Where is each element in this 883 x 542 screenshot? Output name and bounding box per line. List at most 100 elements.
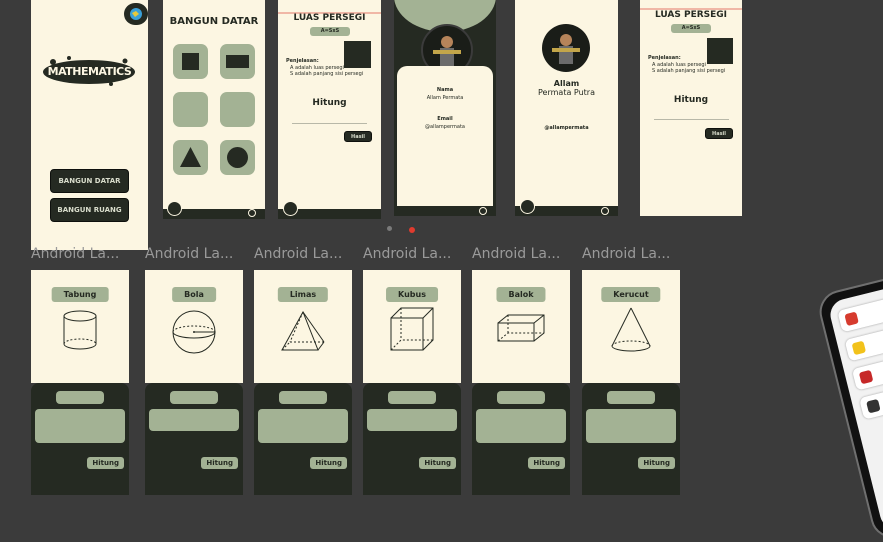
email-value: @allampermata: [425, 124, 465, 130]
home-circle-icon[interactable]: [283, 201, 298, 216]
pyramid-icon: [281, 310, 325, 351]
first-name: Allam: [553, 79, 580, 88]
settings-icon[interactable]: [601, 207, 609, 215]
card-tabung[interactable]: Tabung Hitung: [31, 270, 129, 495]
frame-label-3[interactable]: Android La...: [254, 246, 342, 262]
input-label-slot: [56, 391, 104, 404]
dark-app-icon: [866, 398, 881, 414]
page-title: BANGUN DATAR: [169, 16, 259, 27]
hitung-button[interactable]: Hitung: [638, 457, 675, 469]
card-kubus[interactable]: Kubus Hitung: [363, 270, 461, 495]
hitung-button[interactable]: Hitung: [310, 457, 347, 469]
email-label: Email: [437, 116, 453, 122]
avatar-person-icon: [552, 34, 580, 64]
input-label-slot: [279, 391, 327, 404]
settings-icon[interactable]: [248, 209, 256, 217]
page-title: LUAS PERSEGI: [293, 13, 366, 23]
shape-square-tile[interactable]: [173, 44, 208, 79]
shape-circle-tile[interactable]: [220, 140, 255, 175]
cuboid-icon: [497, 314, 545, 342]
cone-icon: [611, 307, 651, 352]
red-app-icon: [844, 311, 859, 327]
cube-icon: [390, 307, 434, 351]
home-circle-icon[interactable]: [167, 201, 182, 216]
result-area[interactable]: [586, 409, 676, 443]
frame-label-6[interactable]: Android La...: [582, 246, 670, 262]
ket-2: S adalah panjang sisi persegi: [290, 71, 364, 77]
sphere-icon: [172, 310, 216, 354]
cylinder-icon: [63, 310, 97, 350]
card-title: Kubus: [386, 287, 438, 302]
sisi-input[interactable]: [292, 120, 367, 124]
home-circle-icon[interactable]: [520, 199, 535, 214]
formula-badge: A=SxS: [671, 24, 711, 33]
handle: @allampermata: [544, 125, 589, 131]
ket-head: Penjelasan:: [286, 58, 319, 64]
card-title: Limas: [277, 287, 329, 302]
hitung-heading: Hitung: [673, 95, 709, 105]
name-label: Nama: [436, 87, 454, 93]
ket-2: S adalah panjang sisi persegi: [652, 68, 726, 74]
ket-head: Penjelasan:: [648, 55, 681, 61]
card-kerucut[interactable]: Kerucut Hitung: [582, 270, 680, 495]
hasil-button[interactable]: Hasil: [705, 128, 733, 139]
square-illustration: [344, 41, 371, 68]
shape-tile-4[interactable]: [220, 92, 255, 127]
card-title: Balok: [496, 287, 546, 302]
hitung-button[interactable]: Hitung: [528, 457, 565, 469]
frame-label-5[interactable]: Android La...: [472, 246, 560, 262]
hitung-button[interactable]: Hitung: [201, 457, 238, 469]
bangun-datar-button[interactable]: BANGUN DATAR: [50, 169, 129, 193]
yellow-app-icon: [851, 340, 867, 356]
globe-icon: [130, 8, 142, 20]
bangun-ruang-button[interactable]: BANGUN RUANG: [50, 198, 129, 222]
sisi-input[interactable]: [654, 116, 729, 120]
frame-profile-1[interactable]: Nama Allam Permata Email @allampermata: [394, 0, 496, 216]
hasil-button[interactable]: Hasil: [344, 131, 372, 142]
formula-badge: A=SxS: [310, 27, 350, 36]
globe-badge-icon[interactable]: [124, 3, 148, 25]
hitung-button[interactable]: Hitung: [87, 457, 124, 469]
result-area[interactable]: [258, 409, 348, 443]
card-bola[interactable]: Bola Hitung: [145, 270, 243, 495]
frame-bangun-datar[interactable]: BANGUN DATAR: [163, 0, 265, 219]
settings-icon[interactable]: [479, 207, 487, 215]
page-title: LUAS PERSEGI: [654, 10, 728, 20]
result-area[interactable]: [149, 409, 239, 431]
input-label-slot: [170, 391, 218, 404]
red-app-icon: [858, 369, 874, 385]
hitung-button[interactable]: Hitung: [419, 457, 456, 469]
last-name: Permata Putra: [538, 88, 595, 97]
result-area[interactable]: [476, 409, 566, 443]
frame-profile-2[interactable]: Allam Permata Putra @allampermata: [515, 0, 618, 216]
triangle-icon: [180, 147, 201, 167]
name-value: Allam Permata: [426, 95, 464, 101]
hitung-heading: Hitung: [312, 98, 347, 108]
frame-luas-persegi[interactable]: LUAS PERSEGI A=SxS Penjelasan: A adalah …: [278, 0, 381, 219]
shape-tile-3[interactable]: [173, 92, 208, 127]
square-illustration: [707, 38, 733, 64]
frame-luas-persegi-2[interactable]: LUAS PERSEGI A=SxS Penjelasan: A adalah …: [640, 0, 742, 216]
phone-mockup: [815, 266, 883, 542]
shape-rectangle-tile[interactable]: [220, 44, 255, 79]
card-limas[interactable]: Limas Hitung: [254, 270, 352, 495]
logo-mathematics: MATHEMATICS: [39, 52, 140, 90]
frame-label-2[interactable]: Android La...: [145, 246, 233, 262]
input-label-slot: [607, 391, 655, 404]
frame-label-1[interactable]: Android La...: [31, 246, 119, 262]
pagination-dot-icon[interactable]: [387, 226, 392, 231]
shape-triangle-tile[interactable]: [173, 140, 208, 175]
frame-label-4[interactable]: Android La...: [363, 246, 451, 262]
input-label-slot: [497, 391, 545, 404]
input-label-slot: [388, 391, 436, 404]
card-title: Kerucut: [601, 287, 661, 302]
card-title: Tabung: [51, 287, 109, 302]
logo-text: MATHEMATICS: [47, 65, 132, 78]
pagination-dot-active-icon[interactable]: [409, 227, 415, 233]
card-balok[interactable]: Balok Hitung: [472, 270, 570, 495]
frame-home[interactable]: MATHEMATICS BANGUN DATAR BANGUN RUANG: [31, 0, 148, 250]
result-area[interactable]: [35, 409, 125, 443]
avatar: [542, 24, 590, 72]
result-area[interactable]: [367, 409, 457, 431]
card-title: Bola: [172, 287, 216, 302]
